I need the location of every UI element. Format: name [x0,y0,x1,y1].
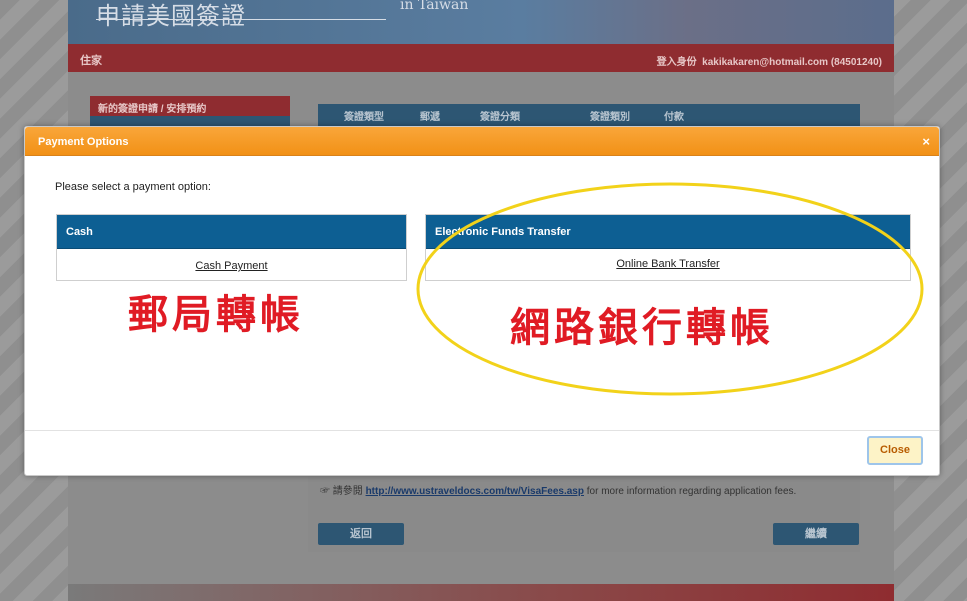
help-suffix: for more information regarding applicati… [586,486,797,497]
eft-option-card: Electronic Funds Transfer Online Bank Tr… [425,214,911,281]
site-subtitle: in Taiwan [400,0,469,13]
step-visa-category: 簽證分類 [480,112,520,123]
close-icon[interactable]: × [922,134,930,149]
online-bank-transfer-link[interactable]: Online Bank Transfer [426,258,910,270]
site-title: 申請美國簽證 [96,2,246,30]
dialog-footer-divider [25,430,939,431]
user-account: kakikakaren@hotmail.com (84501240) [702,57,882,68]
login-label: 登入身份 [656,57,697,68]
sidebar: 新的簽證申請 / 安排預約 [90,96,290,128]
annotation-online-bank-transfer: 網路銀行轉帳 [510,305,774,351]
step-mail: 郵遞 [420,112,440,123]
cash-option-card: Cash Cash Payment [56,214,407,281]
step-visa-type: 簽證類型 [344,112,384,123]
cash-option-header: Cash [57,215,406,249]
payment-options-dialog: Payment Options × Please select a paymen… [24,126,940,476]
dialog-header: Payment Options × [25,127,939,156]
cash-payment-link[interactable]: Cash Payment [57,260,406,272]
step-visa-class: 簽證類別 [590,112,630,123]
top-nav-bar: 住家 登入身份 kakikakaren@hotmail.com (8450124… [68,44,894,72]
home-link[interactable]: 住家 [80,52,102,68]
progress-steps: 簽證類型 郵遞 簽證分類 簽證類別 付款 [318,104,860,128]
back-button[interactable]: 返回 [318,523,404,545]
payment-prompt: Please select a payment option: [55,181,211,193]
fee-help-text: ☞ 請參閱 http://www.ustraveldocs.com/tw/Vis… [320,482,796,497]
footer-band [68,584,894,601]
fee-info-section: ☞ 請參閱 http://www.ustraveldocs.com/tw/Vis… [308,476,860,552]
step-payment: 付款 [664,112,684,123]
close-button[interactable]: Close [867,436,923,465]
eft-option-header: Electronic Funds Transfer [426,215,910,249]
login-info: 登入身份 kakikakaren@hotmail.com (84501240) [657,53,882,68]
banner-divider [96,19,386,20]
continue-button[interactable]: 繼續 [773,523,859,545]
help-prefix: 請參閱 [332,486,363,497]
visa-fees-link[interactable]: http://www.ustraveldocs.com/tw/VisaFees.… [366,486,584,497]
sidebar-item-new-application[interactable]: 新的簽證申請 / 安排預約 [90,96,290,116]
annotation-post-office-transfer: 郵局轉帳 [128,292,304,338]
dialog-title: Payment Options [38,136,129,148]
info-icon: ☞ [320,486,330,497]
site-banner: 申請美國簽證 in Taiwan [68,0,894,44]
